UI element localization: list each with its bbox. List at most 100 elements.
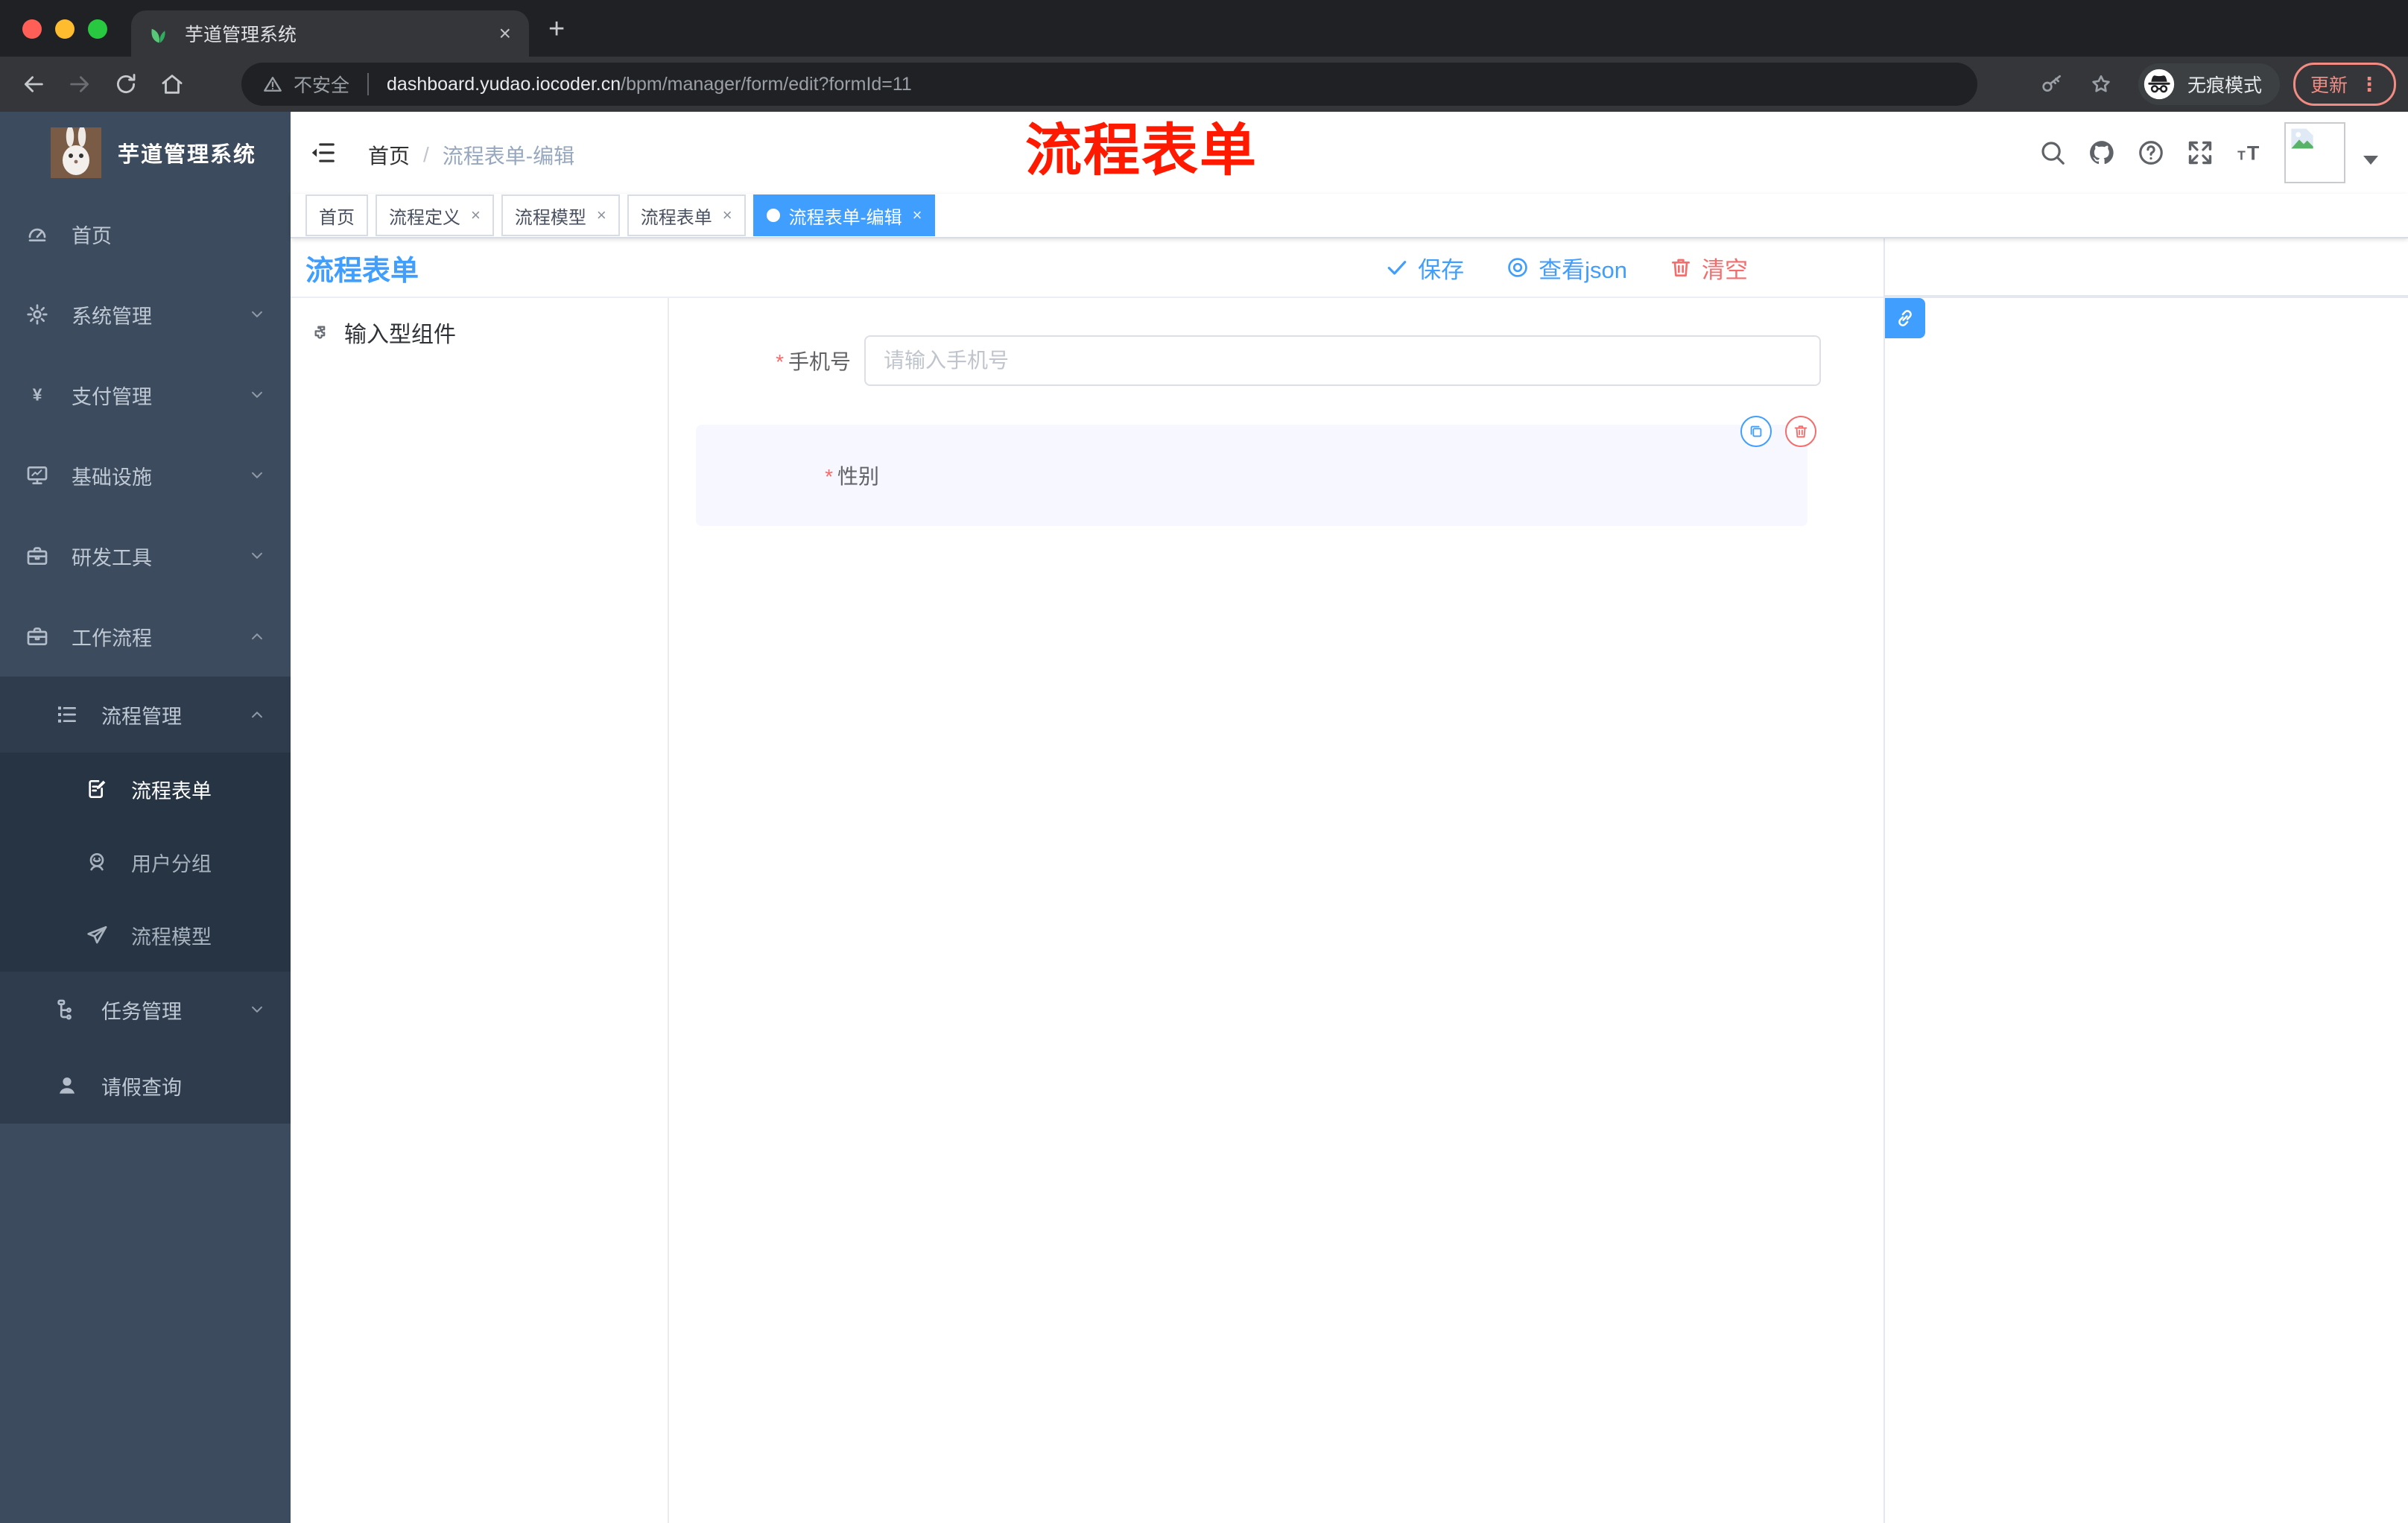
form-edit-icon — [85, 777, 109, 801]
address-bar[interactable]: 不安全 dashboard.yudao.iocoder.cn/bpm/manag… — [241, 63, 1977, 106]
warning-icon — [262, 74, 283, 95]
sidebar-item-流程模型[interactable]: 流程模型 — [0, 899, 291, 972]
sidebar-menu: 首页系统管理 ¥ 支付管理基础设施研发工具工作流程流程管理 流程表单用户分组流程模型任… — [0, 194, 291, 1124]
avatar[interactable] — [2284, 122, 2345, 183]
annotation-title: 流程表单 — [1025, 119, 1258, 183]
sidebar-logo: 芋道管理系统 — [0, 112, 291, 194]
key-icon[interactable] — [2040, 72, 2064, 96]
sidebar-item-label: 任务管理 — [101, 1000, 182, 1023]
app-title: 芋道管理系统 — [118, 143, 257, 167]
update-button[interactable]: 更新 ⋮ — [2293, 63, 2396, 106]
logo-rabbit-image — [51, 127, 101, 178]
tag-close-icon[interactable]: × — [597, 206, 606, 225]
tag-流程模型[interactable]: 流程模型 × — [501, 194, 620, 236]
github-icon[interactable] — [2088, 139, 2116, 167]
sidebar-item-label: 首页 — [72, 224, 112, 247]
sidebar-item-用户分组[interactable]: 用户分组 — [0, 826, 291, 899]
chev-up-icon — [249, 706, 265, 723]
清空-button[interactable]: 清空 — [1669, 251, 1748, 285]
sidebar-item-工作流程[interactable]: 工作流程 — [0, 596, 291, 677]
sidebar-submenu: 流程管理 流程表单用户分组流程模型任务管理请假查询 — [0, 677, 291, 1124]
briefcase-icon — [25, 624, 49, 648]
security-label[interactable]: 不安全 — [294, 71, 349, 98]
sidebar-item-请假查询[interactable]: 请假查询 — [0, 1048, 291, 1124]
properties-panel — [1883, 238, 2408, 1523]
tag-close-icon[interactable]: × — [723, 206, 732, 225]
dashboard-icon — [25, 222, 49, 246]
sidebar-fold-icon[interactable] — [308, 139, 337, 167]
tag-流程表单[interactable]: 流程表单 × — [627, 194, 746, 236]
sidebar-item-label: 基础设施 — [72, 466, 152, 489]
tag-close-icon[interactable]: × — [913, 206, 922, 225]
sidebar-item-基础设施[interactable]: 基础设施 — [0, 435, 291, 516]
reload-icon[interactable] — [113, 72, 139, 97]
delete-component-button[interactable] — [1785, 416, 1816, 447]
update-label[interactable]: 更新 — [2310, 71, 2348, 98]
link-icon — [1894, 307, 1916, 329]
users-icon — [85, 850, 109, 874]
查看json-button[interactable]: 查看json — [1506, 251, 1627, 285]
new-tab-button[interactable]: + — [548, 13, 565, 45]
link-drawer-button[interactable] — [1885, 298, 1925, 338]
tag-label: 流程模型 — [514, 207, 586, 228]
mac-minimize-button[interactable] — [55, 19, 75, 39]
user-icon — [55, 1074, 79, 1098]
font-size-icon[interactable]: TT — [2235, 139, 2263, 167]
breadcrumb-current: 流程表单-编辑 — [442, 145, 575, 168]
sidebar-item-支付管理[interactable]: ¥ 支付管理 — [0, 355, 291, 435]
tag-label: 流程定义 — [389, 207, 460, 228]
help-icon[interactable] — [2137, 139, 2165, 167]
check-icon — [1385, 256, 1409, 279]
copy-component-button[interactable] — [1740, 416, 1772, 447]
tag-流程表单-编辑[interactable]: 流程表单-编辑 × — [752, 194, 936, 236]
bookmark-star-icon[interactable] — [2089, 72, 2113, 96]
chev-down-icon — [249, 387, 265, 403]
toolbar-buttons: 保存 查看json 清空 — [1385, 251, 1883, 285]
sidebar-item-研发工具[interactable]: 研发工具 — [0, 516, 291, 596]
chev-down-icon — [249, 467, 265, 484]
chev-down-icon — [249, 306, 265, 323]
mac-zoom-button[interactable] — [88, 19, 107, 39]
button-label: 查看json — [1539, 256, 1627, 283]
tab-close-icon[interactable]: × — [499, 22, 511, 45]
section-title-text: 输入型组件 — [344, 323, 456, 347]
sidebar-item-label: 流程模型 — [131, 925, 212, 949]
screen: 芋道管理系统 × + 不安全 dashboard.yudao.iocoder.c… — [0, 0, 2408, 1523]
mac-close-button[interactable] — [22, 19, 42, 39]
monitor-icon — [25, 463, 49, 487]
tag-流程定义[interactable]: 流程定义 × — [376, 194, 494, 236]
home-icon[interactable] — [159, 72, 185, 97]
tag-label: 流程表单-编辑 — [788, 207, 902, 228]
svg-text:¥: ¥ — [33, 384, 42, 404]
sidebar-item-流程管理[interactable]: 流程管理 — [0, 677, 291, 753]
back-icon[interactable] — [21, 72, 46, 97]
svg-text:T: T — [2237, 148, 2246, 163]
forward-icon[interactable] — [67, 72, 92, 97]
tag-首页[interactable]: 首页 — [305, 194, 368, 236]
browser-menu-icon[interactable]: ⋮ — [2360, 73, 2379, 96]
phone-input[interactable] — [864, 335, 1821, 386]
browser-tab[interactable]: 芋道管理系统 × — [131, 10, 529, 57]
sidebar-item-系统管理[interactable]: 系统管理 — [0, 274, 291, 355]
sidebar-item-label: 研发工具 — [72, 546, 152, 569]
phone-field-row: * 手机号 — [669, 335, 1883, 386]
保存-button[interactable]: 保存 — [1385, 251, 1464, 285]
sidebar-item-label: 用户分组 — [131, 852, 212, 876]
gender-field-label: * 性别 — [825, 465, 879, 488]
sidebar-item-label: 请假查询 — [101, 1076, 182, 1099]
sidebar-item-任务管理[interactable]: 任务管理 — [0, 972, 291, 1048]
sidebar-item-流程表单[interactable]: 流程表单 — [0, 753, 291, 826]
sidebar-item-label: 工作流程 — [72, 627, 152, 650]
favicon-leaf-icon — [149, 22, 171, 45]
url-path: /bpm/manager/form/edit?formId=11 — [621, 73, 912, 95]
search-icon[interactable] — [2038, 139, 2067, 167]
tag-close-icon[interactable]: × — [471, 206, 481, 225]
fullscreen-icon[interactable] — [2186, 139, 2214, 167]
yen-icon: ¥ — [25, 383, 49, 407]
chev-down-icon — [249, 548, 265, 564]
form-canvas: *手机号 *性别 — [669, 298, 1883, 1523]
selected-component-gender[interactable]: * 性别 — [696, 416, 1816, 526]
avatar-caret-icon[interactable] — [2363, 156, 2378, 165]
breadcrumb-home[interactable]: 首页 — [368, 140, 410, 170]
sidebar-item-首页[interactable]: 首页 — [0, 194, 291, 274]
